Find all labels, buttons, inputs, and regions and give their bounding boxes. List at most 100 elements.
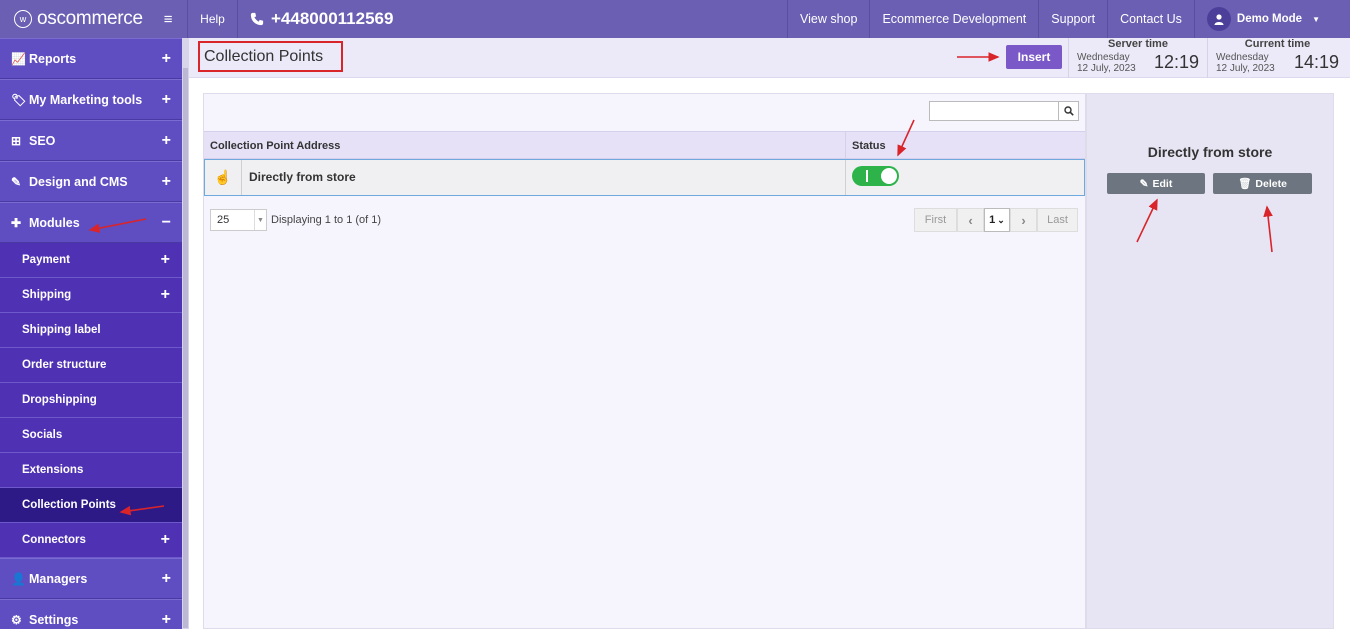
brush-icon: ✎ bbox=[11, 174, 22, 189]
detail-title: Directly from store bbox=[1147, 144, 1273, 160]
user-label: Demo Mode bbox=[1236, 13, 1303, 25]
sidebar-subitem-dropshipping[interactable]: Dropshipping bbox=[0, 383, 182, 418]
per-page-select[interactable]: 25 ▼ bbox=[210, 209, 267, 231]
current-time-title: Current time bbox=[1244, 38, 1311, 50]
sidebar-subitem-label: Shipping label bbox=[22, 324, 101, 336]
server-time-date-value: 12 July, 2023 bbox=[1077, 63, 1136, 74]
avatar bbox=[1206, 7, 1231, 31]
support-link[interactable]: Support bbox=[1038, 0, 1107, 38]
contact-us-link[interactable]: Contact Us bbox=[1107, 0, 1194, 38]
page-select[interactable]: 1 ⌄ bbox=[984, 208, 1010, 232]
sidebar-subitem-label: Collection Points bbox=[22, 499, 116, 511]
user-menu[interactable]: Demo Mode ▼ bbox=[1193, 0, 1350, 38]
current-time-day: Wednesday bbox=[1216, 52, 1269, 63]
sidebar-item-label: My Marketing tools bbox=[29, 92, 143, 107]
chevron-down-icon: ▼ bbox=[1312, 14, 1320, 24]
page-title: Collection Points bbox=[198, 41, 343, 72]
delete-button[interactable]: 🗑 Delete bbox=[1213, 173, 1312, 194]
sidebar-subitem-shipping[interactable]: Shipping + bbox=[0, 278, 182, 313]
column-divider bbox=[845, 132, 846, 158]
sidebar-scrollbar[interactable] bbox=[182, 38, 189, 629]
search-box bbox=[929, 101, 1079, 121]
toggle-on-indicator bbox=[866, 170, 868, 182]
server-time-date: Wednesday 12 July, 2023 bbox=[1077, 52, 1136, 74]
per-page-value: 25 bbox=[217, 214, 230, 226]
search-input[interactable] bbox=[929, 101, 1059, 121]
row-address: Directly from store bbox=[249, 170, 356, 184]
collapse-minus-icon: − bbox=[161, 213, 171, 231]
gears-icon: ⚙ bbox=[11, 612, 22, 627]
app-window: w oscommerce ≡ Help +448000112569 View s… bbox=[0, 0, 1350, 629]
first-page-button[interactable]: First bbox=[914, 208, 957, 232]
sidebar-item-settings[interactable]: ⚙ Settings + bbox=[0, 599, 182, 629]
sidebar-item-marketing[interactable]: 🏷 My Marketing tools + bbox=[0, 79, 182, 120]
sidebar-item-managers[interactable]: 👤 Managers + bbox=[0, 558, 182, 599]
edit-label: Edit bbox=[1152, 177, 1173, 190]
chart-line-icon: 📈 bbox=[11, 51, 26, 66]
sidebar-subitem-socials[interactable]: Socials bbox=[0, 418, 182, 453]
menu-toggle-icon[interactable]: ≡ bbox=[164, 11, 173, 28]
sidebar-subitem-connectors[interactable]: Connectors + bbox=[0, 523, 182, 558]
sidebar-subitem-label: Extensions bbox=[22, 464, 84, 476]
sidebar-item-label: SEO bbox=[29, 133, 56, 148]
expand-plus-icon: + bbox=[161, 90, 171, 108]
sidebar-item-reports[interactable]: 📈 Reports + bbox=[0, 38, 182, 79]
next-page-button[interactable]: › bbox=[1010, 208, 1037, 232]
current-time-date-value: 12 July, 2023 bbox=[1216, 63, 1275, 74]
prev-page-button[interactable]: ‹ bbox=[957, 208, 984, 232]
sidebar-subitem-shipping-label[interactable]: Shipping label bbox=[0, 313, 182, 348]
expand-plus-icon: + bbox=[160, 531, 170, 548]
ecommerce-development-link[interactable]: Ecommerce Development bbox=[869, 0, 1038, 38]
sidebar-item-design-cms[interactable]: ✎ Design and CMS + bbox=[0, 161, 182, 202]
user-icon: 👤 bbox=[11, 571, 26, 586]
view-shop-link[interactable]: View shop bbox=[787, 0, 869, 38]
server-time: Server time Wednesday 12 July, 2023 12:1… bbox=[1068, 38, 1207, 78]
expand-plus-icon: + bbox=[161, 569, 171, 587]
column-header-status[interactable]: Status bbox=[852, 140, 886, 152]
column-header-address[interactable]: Collection Point Address bbox=[210, 140, 340, 152]
detail-panel: Directly from store ✎ Edit 🗑 Delete bbox=[1086, 93, 1334, 629]
displaying-text: Displaying 1 to 1 (of 1) bbox=[271, 214, 382, 226]
user-icon bbox=[1214, 14, 1224, 25]
sidebar-subitem-extensions[interactable]: Extensions bbox=[0, 453, 182, 488]
expand-plus-icon: + bbox=[161, 49, 171, 67]
sidebar-item-modules[interactable]: ✚ Modules − bbox=[0, 202, 182, 243]
sidebar-subitem-label: Order structure bbox=[22, 359, 107, 371]
drag-handle-icon[interactable]: ☝ bbox=[205, 160, 242, 195]
sidebar-subitem-payment[interactable]: Payment + bbox=[0, 243, 182, 278]
tag-icon: 🏷 bbox=[11, 92, 27, 107]
chevron-down-icon: ▼ bbox=[254, 210, 266, 230]
sidebar-item-seo[interactable]: ⊞ SEO + bbox=[0, 120, 182, 161]
last-page-button[interactable]: Last bbox=[1037, 208, 1078, 232]
chevron-left-icon: ‹ bbox=[968, 212, 973, 228]
server-time-clock: 12:19 bbox=[1153, 52, 1199, 72]
sidebar-item-label: Settings bbox=[29, 612, 79, 627]
top-bar: w oscommerce ≡ Help +448000112569 View s… bbox=[0, 0, 1350, 38]
search-button[interactable] bbox=[1059, 101, 1079, 121]
collection-points-panel: Collection Point Address Status ☝ Direct… bbox=[203, 93, 1086, 629]
expand-plus-icon: + bbox=[161, 131, 171, 149]
page-number: 1 bbox=[989, 214, 996, 226]
help-link[interactable]: Help bbox=[188, 0, 238, 38]
edit-button[interactable]: ✎ Edit bbox=[1107, 173, 1205, 194]
sidebar-subitem-order-structure[interactable]: Order structure bbox=[0, 348, 182, 383]
puzzle-icon: ✚ bbox=[11, 215, 22, 230]
current-time-clock: 14:19 bbox=[1293, 52, 1339, 72]
chevron-down-icon: ⌄ bbox=[997, 214, 1005, 225]
toggle-knob bbox=[881, 168, 897, 184]
status-toggle[interactable] bbox=[852, 166, 899, 186]
trash-icon: 🗑 bbox=[1238, 178, 1252, 190]
scrollbar-thumb[interactable] bbox=[183, 68, 188, 628]
delete-label: Delete bbox=[1255, 177, 1287, 190]
pagination: First ‹ 1 ⌄ › Last bbox=[914, 208, 1078, 232]
table-header: Collection Point Address Status bbox=[204, 131, 1085, 159]
sidebar-item-label: Managers bbox=[29, 571, 88, 586]
table-row[interactable]: ☝ Directly from store bbox=[204, 159, 1085, 196]
expand-plus-icon: + bbox=[161, 172, 171, 190]
phone-link[interactable]: +448000112569 bbox=[238, 0, 787, 38]
sidebar-item-label: Reports bbox=[29, 51, 77, 66]
insert-button[interactable]: Insert bbox=[1006, 45, 1062, 69]
expand-plus-icon: + bbox=[160, 251, 170, 268]
logo[interactable]: w oscommerce ≡ bbox=[0, 0, 188, 38]
sidebar-subitem-collection-points[interactable]: Collection Points bbox=[0, 488, 182, 523]
